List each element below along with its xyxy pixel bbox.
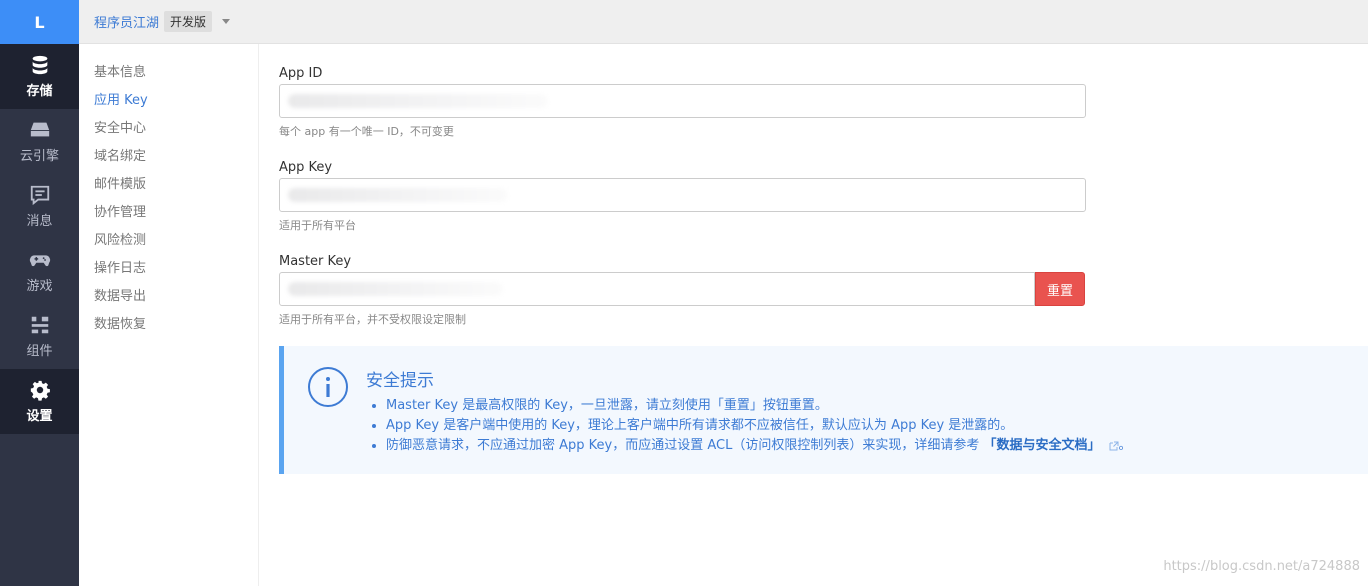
app-key-input[interactable] bbox=[279, 178, 1086, 212]
gear-icon bbox=[30, 380, 50, 401]
nav-item-cloud-engine[interactable]: 云引擎 bbox=[0, 109, 79, 174]
app-key-label: App Key bbox=[279, 160, 333, 175]
settings-subnav: 基本信息 应用 Key 安全中心 域名绑定 邮件模版 协作管理 风险检测 操作日… bbox=[79, 44, 259, 586]
nav-item-settings[interactable]: 设置 bbox=[0, 369, 79, 434]
subnav-item-security-center[interactable]: 安全中心 bbox=[79, 115, 258, 143]
app-key-help: 适用于所有平台 bbox=[279, 219, 356, 232]
notice-link-suffix: 。 bbox=[1118, 438, 1132, 453]
master-key-help: 适用于所有平台，并不受权限设定限制 bbox=[279, 313, 466, 326]
nav-item-label: 组件 bbox=[26, 344, 53, 359]
notice-item: Master Key 是最高权限的 Key，一旦泄露，请立刻使用「重置」按钮重置… bbox=[386, 396, 1132, 416]
master-key-input[interactable] bbox=[279, 272, 1035, 306]
nav-item-components[interactable]: 组件 bbox=[0, 304, 79, 369]
notice-item: 防御恶意请求，不应通过加密 App Key，而应通过设置 ACL（访问权限控制列… bbox=[386, 436, 1132, 456]
security-notice: 安全提示 Master Key 是最高权限的 Key，一旦泄露，请立刻使用「重置… bbox=[279, 346, 1368, 474]
redacted-value bbox=[288, 282, 503, 296]
master-key-field: Master Key 重置 适用于所有平台，并不受权限设定限制 bbox=[279, 252, 1087, 327]
server-icon bbox=[30, 122, 49, 137]
notice-title: 安全提示 bbox=[366, 371, 434, 391]
nav-item-label: 设置 bbox=[26, 409, 53, 424]
reset-master-key-button[interactable]: 重置 bbox=[1035, 272, 1085, 306]
main-content: App ID 每个 app 有一个唯一 ID，不可变更 App Key 适用于所… bbox=[260, 44, 1368, 586]
master-key-label: Master Key bbox=[279, 254, 352, 269]
app-name[interactable]: 程序员江湖 bbox=[94, 12, 159, 31]
subnav-item-collaboration[interactable]: 协作管理 bbox=[79, 199, 258, 227]
subnav-item-basic-info[interactable]: 基本信息 bbox=[79, 59, 258, 87]
subnav-item-operation-log[interactable]: 操作日志 bbox=[79, 255, 258, 283]
subnav-item-data-restore[interactable]: 数据恢复 bbox=[79, 311, 258, 339]
notice-list: Master Key 是最高权限的 Key，一旦泄露，请立刻使用「重置」按钮重置… bbox=[386, 396, 1132, 456]
top-bar: 程序员江湖 开发版 bbox=[79, 0, 1368, 44]
nav-item-game[interactable]: 游戏 bbox=[0, 239, 79, 304]
nav-item-storage[interactable]: 存储 bbox=[0, 44, 79, 109]
chevron-down-icon[interactable] bbox=[222, 19, 231, 24]
database-icon bbox=[32, 55, 47, 75]
nav-item-label: 游戏 bbox=[26, 279, 53, 294]
app-id-help: 每个 app 有一个唯一 ID，不可变更 bbox=[279, 125, 454, 138]
notice-item-text: 防御恶意请求，不应通过加密 App Key，而应通过设置 ACL（访问权限控制列… bbox=[386, 438, 980, 453]
app-logo[interactable]: L bbox=[0, 0, 79, 44]
external-link-icon[interactable] bbox=[1109, 441, 1119, 451]
subnav-item-domain-binding[interactable]: 域名绑定 bbox=[79, 143, 258, 171]
security-docs-link[interactable]: 「数据与安全文档」 bbox=[984, 438, 1101, 453]
subnav-item-app-key[interactable]: 应用 Key bbox=[79, 87, 258, 115]
nav-item-label: 云引擎 bbox=[19, 149, 59, 164]
nav-item-message[interactable]: 消息 bbox=[0, 174, 79, 239]
components-icon bbox=[31, 316, 48, 334]
notice-item: App Key 是客户端中使用的 Key，理论上客户端中所有请求都不应被信任，默… bbox=[386, 416, 1132, 436]
main-sidebar: L 存储 云引擎 消息 游戏 组件 设置 bbox=[0, 0, 79, 586]
redacted-value bbox=[288, 188, 508, 202]
nav-item-label: 存储 bbox=[26, 84, 53, 99]
app-id-field: App ID 每个 app 有一个唯一 ID，不可变更 bbox=[279, 64, 1087, 139]
env-badge: 开发版 bbox=[164, 11, 213, 32]
gamepad-icon bbox=[29, 255, 50, 267]
subnav-item-email-templates[interactable]: 邮件模版 bbox=[79, 171, 258, 199]
message-icon bbox=[30, 185, 49, 206]
app-key-field: App Key 适用于所有平台 bbox=[279, 158, 1087, 233]
subnav-item-risk-detection[interactable]: 风险检测 bbox=[79, 227, 258, 255]
nav-item-label: 消息 bbox=[26, 214, 53, 229]
watermark: https://blog.csdn.net/a724888 bbox=[1163, 559, 1360, 574]
info-icon bbox=[308, 367, 348, 407]
app-id-input[interactable] bbox=[279, 84, 1086, 118]
redacted-value bbox=[288, 94, 548, 108]
app-id-label: App ID bbox=[279, 66, 323, 81]
subnav-item-data-export[interactable]: 数据导出 bbox=[79, 283, 258, 311]
